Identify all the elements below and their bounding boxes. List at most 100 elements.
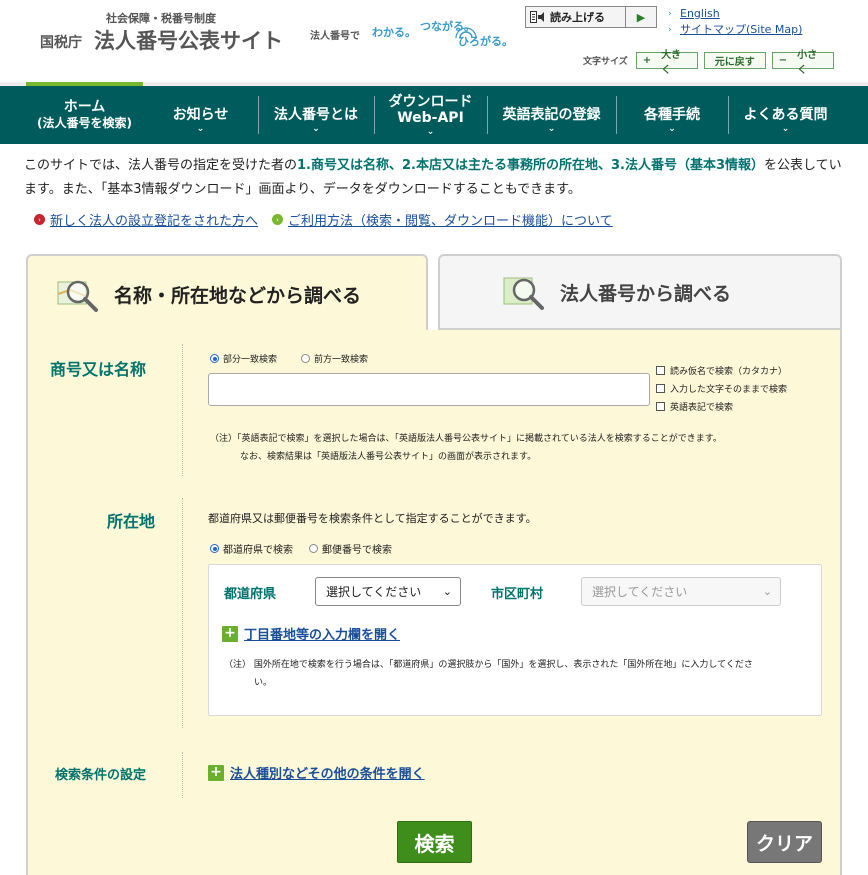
arrow-circle-icon: › — [272, 214, 284, 225]
kana-search-checkbox[interactable]: 読み仮名で検索（カタカナ） — [656, 361, 787, 379]
global-nav: ホーム (法人番号を検索) お知らせ ⌄ 法人番号とは ⌄ ダウンロード Web… — [0, 86, 868, 144]
nav-english-registration[interactable]: 英語表記の登録 ⌄ — [487, 86, 616, 144]
read-aloud-button[interactable]: 読み上げる — [526, 7, 626, 27]
exact-text-label: 入力した文字そのままで検索 — [670, 384, 788, 395]
chevron-right-icon: › — [668, 25, 672, 35]
logo-agency: 国税庁 — [40, 35, 82, 51]
radio-unselected-icon — [309, 544, 318, 553]
intro-links: › 新しく法人の設立登記をされた方へ › ご利用方法（検索・閲覧、ダウンロード機… — [34, 210, 613, 229]
section-divider — [182, 498, 183, 728]
open-other-conditions-link[interactable]: + 法人種別などその他の条件を開く — [208, 763, 425, 782]
font-reset-label: 元に戻す — [714, 57, 755, 68]
new-registration-link-item: › 新しく法人の設立登記をされた方へ — [34, 210, 258, 229]
font-reset-button[interactable]: 元に戻す — [703, 52, 766, 69]
plus-icon: + — [208, 764, 224, 781]
tab-search-by-number-label: 法人番号から調べる — [560, 282, 732, 305]
plus-icon: + — [642, 55, 652, 66]
nav-procedures-label: 各種手続 — [644, 107, 700, 123]
site-logo[interactable]: 社会保障・税番号制度 国税庁 法人番号公表サイト — [40, 8, 290, 56]
read-aloud-widget: 読み上げる ▶ — [525, 6, 657, 28]
nav-home[interactable]: ホーム (法人番号を検索) — [26, 86, 143, 144]
name-note: （注）「英語表記で検索」を選択した場合は、「英語版法人番号公表サイト」に掲載され… — [210, 430, 830, 466]
nav-about[interactable]: 法人番号とは ⌄ — [258, 86, 374, 144]
usage-guide-link[interactable]: ご利用方法（検索・閲覧、ダウンロード機能）について — [288, 210, 613, 229]
exact-text-checkbox[interactable]: 入力した文字そのままで検索 — [656, 379, 787, 397]
chevron-down-icon: ⌄ — [442, 585, 452, 598]
name-note-line2: なお、検索結果は「英語版法人番号公表サイト」の画面が表示されます。 — [240, 452, 537, 462]
english-search-label: 英語表記で検索 — [670, 402, 734, 413]
checkbox-icon — [656, 401, 665, 411]
prefix-match-radio[interactable]: 前方一致検索 — [301, 352, 368, 365]
font-smaller-button[interactable]: − 小さく — [771, 50, 834, 76]
english-search-checkbox[interactable]: 英語表記で検索 — [656, 397, 787, 415]
partial-match-label: 部分一致検索 — [223, 355, 278, 365]
city-select[interactable]: 選択してください ⌄ — [581, 577, 781, 606]
sitemap-link[interactable]: サイトマップ(Site Map) — [680, 23, 802, 36]
site-header: 社会保障・税番号制度 国税庁 法人番号公表サイト 法人番号で わかる。 つながる… — [0, 0, 868, 86]
chevron-down-icon: ⌄ — [196, 124, 205, 134]
search-button[interactable]: 検索 — [397, 821, 472, 863]
postal-mode-radio[interactable]: 郵便番号で検索 — [309, 541, 392, 556]
new-registration-link[interactable]: 新しく法人の設立登記をされた方へ — [50, 210, 258, 229]
tagline: 法人番号で わかる。 つながる。 ひろがる。 — [310, 16, 520, 50]
checkbox-icon — [656, 365, 665, 375]
arrow-circle-icon: › — [34, 214, 45, 225]
font-larger-button[interactable]: + 大きく — [635, 50, 698, 76]
city-label: 市区町村 — [491, 587, 544, 602]
nav-home-sublabel: (法人番号を検索) — [37, 116, 132, 130]
minus-icon: − — [778, 55, 788, 66]
nav-procedures[interactable]: 各種手続 ⌄ — [616, 86, 728, 144]
chevron-down-icon: ⌄ — [312, 124, 320, 134]
match-type-radios: 部分一致検索 前方一致検索 — [210, 352, 368, 365]
open-other-conditions-label: 法人種別などその他の条件を開く — [230, 767, 425, 782]
tab-search-by-number[interactable]: 法人番号から調べる — [438, 254, 842, 330]
address-description: 都道府県又は郵便番号を検索条件として指定することができます。 — [208, 512, 537, 525]
name-note-line1: （注）「英語表記で検索」を選択した場合は、「英語版法人番号公表サイト」に掲載され… — [210, 434, 722, 444]
nav-faq[interactable]: よくある質問 ⌄ — [728, 86, 843, 144]
nav-news[interactable]: お知らせ ⌄ — [143, 86, 258, 144]
name-section-label: 商号又は名称 — [50, 360, 147, 379]
nav-faq-label: よくある質問 — [743, 107, 828, 123]
company-name-input[interactable] — [208, 373, 650, 406]
chevron-right-icon: › — [668, 9, 672, 19]
font-size-control: 文字サイズ + 大きく 元に戻す − 小さく — [583, 50, 834, 76]
address-note: （注） 国外所在地で検索を行う場合は、「都道府県」の選択肢から「国外」を選択し、… — [224, 656, 814, 692]
kana-search-label: 読み仮名で検索（カタカナ） — [670, 366, 788, 377]
intro-highlight: 1.商号又は名称、2.本店又は主たる事務所の所在地、3.法人番号（基本3情報） — [297, 158, 765, 173]
chevron-down-icon: ⌄ — [547, 124, 556, 134]
section-divider — [182, 752, 183, 798]
name-options: 読み仮名で検索（カタカナ） 入力した文字そのままで検索 英語表記で検索 — [656, 361, 787, 415]
header-links: › English › サイトマップ(Site Map) — [668, 6, 802, 38]
english-link-item: › English — [668, 6, 802, 22]
radio-unselected-icon — [301, 354, 311, 363]
search-form-panel: 商号又は名称 部分一致検索 前方一致検索 読み仮名で検索（カタカナ） 入力した文… — [26, 330, 842, 875]
play-icon[interactable]: ▶ — [626, 7, 656, 27]
tagline-hirogaru: ひろがる。 — [458, 35, 513, 48]
address-fields-box: 都道府県 選択してください ⌄ 市区町村 選択してください ⌄ + 丁目番地等の… — [208, 564, 822, 716]
prefecture-select[interactable]: 選択してください ⌄ — [315, 577, 461, 606]
clear-button[interactable]: クリア — [747, 821, 822, 863]
postal-mode-label: 郵便番号で検索 — [322, 545, 392, 556]
address-mode-radios: 都道府県で検索 郵便番号で検索 — [210, 541, 392, 556]
tab-search-by-name[interactable]: 名称・所在地などから調べる — [26, 254, 428, 332]
chevron-down-icon: ⌄ — [668, 124, 676, 134]
radio-selected-icon — [210, 354, 219, 363]
logo-subtitle: 社会保障・税番号制度 — [106, 12, 216, 25]
nav-download[interactable]: ダウンロード Web-API ⌄ — [374, 86, 487, 144]
tagline-wakaru: わかる。 — [372, 26, 416, 39]
english-link[interactable]: English — [680, 7, 720, 20]
nav-download-sublabel: Web-API — [397, 110, 464, 126]
city-select-value: 選択してください — [592, 585, 688, 599]
address-note-line2: い。 — [254, 678, 273, 688]
chevron-down-icon: ⌄ — [762, 585, 772, 598]
address-section-label: 所在地 — [107, 512, 156, 531]
partial-match-radio[interactable]: 部分一致検索 — [210, 352, 277, 365]
prefecture-mode-radio[interactable]: 都道府県で検索 — [210, 541, 293, 556]
tagline-prefix: 法人番号で — [310, 31, 360, 42]
intro-text: このサイトでは、法人番号の指定を受けた者の1.商号又は名称、2.本店又は主たる事… — [24, 154, 854, 202]
section-divider — [182, 344, 183, 476]
search-tabs: 名称・所在地などから調べる 法人番号から調べる — [26, 254, 842, 332]
nav-english-registration-label: 英語表記の登録 — [502, 107, 601, 123]
open-street-fields-link[interactable]: + 丁目番地等の入力欄を開く — [222, 624, 400, 643]
prefix-match-label: 前方一致検索 — [314, 355, 369, 365]
